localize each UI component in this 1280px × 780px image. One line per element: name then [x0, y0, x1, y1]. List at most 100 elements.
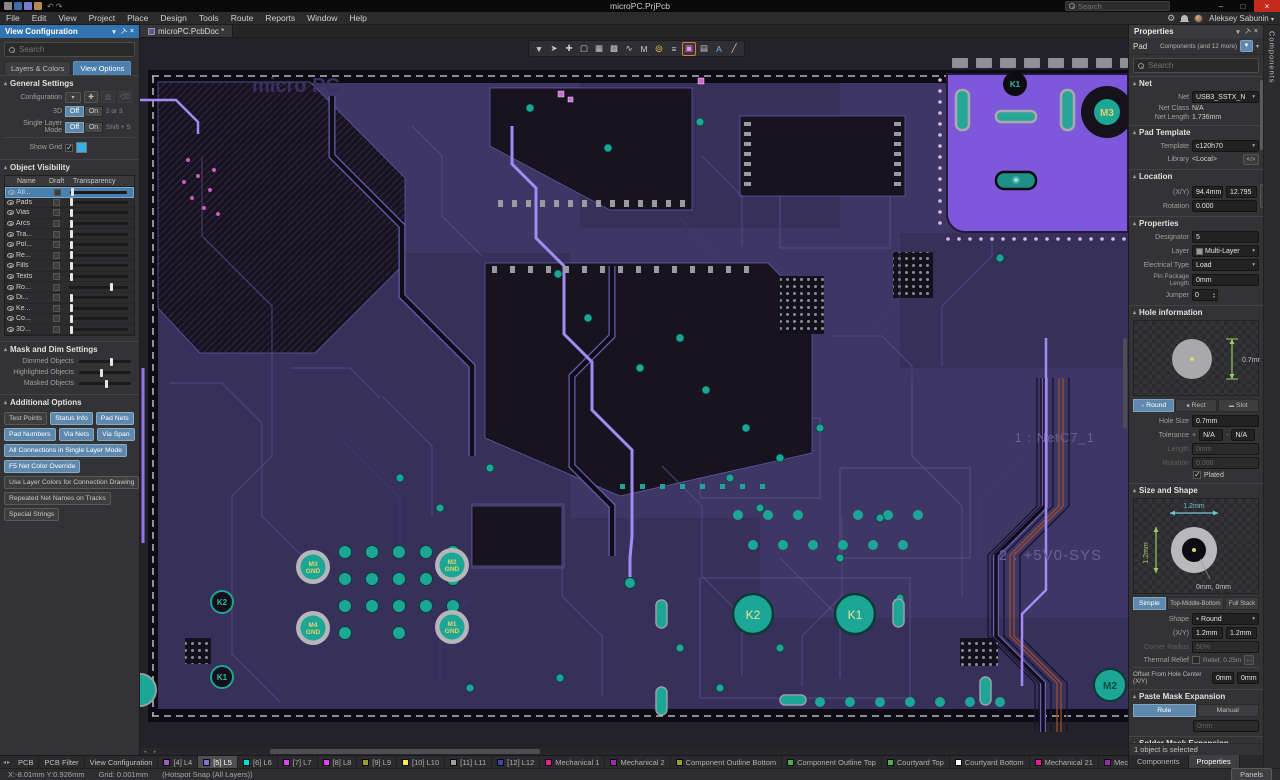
- panel-search-input[interactable]: [19, 45, 119, 54]
- slider-thumb[interactable]: [70, 262, 73, 270]
- transparency-slider[interactable]: [69, 201, 128, 204]
- slider-thumb[interactable]: [70, 209, 73, 217]
- multi-route-icon[interactable]: M: [637, 42, 651, 56]
- notifications-bell-icon[interactable]: [1181, 15, 1188, 21]
- pad-template-title[interactable]: ▴Pad Template: [1133, 128, 1259, 137]
- menu-edit[interactable]: Edit: [26, 12, 53, 24]
- slider-thumb[interactable]: [110, 358, 113, 366]
- tab-view-options[interactable]: View Options: [73, 61, 131, 75]
- eye-icon[interactable]: [7, 253, 14, 258]
- slider-thumb[interactable]: [70, 230, 73, 238]
- global-search[interactable]: [1065, 1, 1170, 11]
- size-y-field[interactable]: 1.2mm: [1226, 627, 1257, 639]
- menu-tools[interactable]: Tools: [193, 12, 225, 24]
- nav-pcb-filter[interactable]: PCB Filter: [39, 756, 84, 768]
- eye-icon[interactable]: [7, 274, 14, 279]
- slider-thumb[interactable]: [71, 188, 74, 196]
- route-icon[interactable]: ∿: [622, 42, 636, 56]
- slider-thumb[interactable]: [70, 198, 73, 206]
- menu-view[interactable]: View: [52, 12, 82, 24]
- transparency-slider[interactable]: [69, 222, 128, 225]
- draft-checkbox[interactable]: [53, 220, 60, 227]
- off-button[interactable]: Off: [65, 106, 84, 117]
- shape-dropdown[interactable]: ●Round: [1192, 613, 1259, 625]
- transparency-slider[interactable]: [69, 254, 128, 257]
- visibility-row[interactable]: All...: [5, 187, 134, 198]
- layer-tab[interactable]: [6] L6: [238, 756, 278, 768]
- layer-tab[interactable]: Mechanical 22: [1099, 756, 1128, 768]
- general-settings-title[interactable]: ▴General Settings: [4, 79, 135, 88]
- on-button[interactable]: On: [84, 122, 103, 133]
- tolerance-minus-field[interactable]: N/A: [1231, 429, 1255, 441]
- visibility-row[interactable]: Pads: [5, 198, 134, 209]
- layer-tab[interactable]: [11] L11: [445, 756, 492, 768]
- user-avatar[interactable]: [1194, 14, 1203, 23]
- pcb-board[interactable]: micro PC M3GNDM2GNDM4GNDM1GND K2 K1 K2 K…: [140, 38, 1128, 748]
- layer-tab[interactable]: Mechanical 2: [605, 756, 670, 768]
- transparency-slider[interactable]: [69, 286, 128, 289]
- slider-thumb[interactable]: [70, 304, 73, 312]
- tab-components[interactable]: Components: [1129, 755, 1189, 768]
- mask-slider[interactable]: [79, 360, 131, 363]
- text-icon[interactable]: A: [712, 42, 726, 56]
- fill-icon[interactable]: ▩: [607, 42, 621, 56]
- transparency-slider[interactable]: [69, 296, 128, 299]
- nav-pcb[interactable]: PCB: [13, 756, 39, 768]
- menu-help[interactable]: Help: [343, 12, 372, 24]
- transparency-slider[interactable]: [69, 328, 128, 331]
- mask-slider[interactable]: [79, 382, 131, 385]
- panel-search[interactable]: [4, 42, 135, 57]
- draft-checkbox[interactable]: [53, 209, 60, 216]
- size-x-field[interactable]: 1.2mm: [1192, 627, 1223, 639]
- panel-dropdown-icon[interactable]: ▾: [1236, 28, 1240, 36]
- object-visibility-title[interactable]: ▴Object Visibility: [2, 163, 137, 172]
- transparency-slider[interactable]: [69, 275, 128, 278]
- panel-pin-icon[interactable]: ⊤: [1242, 27, 1252, 37]
- tab-layers-colors[interactable]: Layers & Colors: [4, 61, 71, 75]
- area-select-icon[interactable]: ▢: [577, 42, 591, 56]
- menu-reports[interactable]: Reports: [259, 12, 301, 24]
- transparency-slider[interactable]: [69, 317, 128, 320]
- mask-dim-title[interactable]: ▴Mask and Dim Settings: [4, 345, 135, 354]
- layer-dropdown[interactable]: Multi-Layer: [1192, 245, 1259, 257]
- size-shape-title[interactable]: ▴Size and Shape: [1133, 486, 1259, 495]
- maximize-button[interactable]: □: [1232, 0, 1254, 12]
- option-repeated-net-names-on-tracks[interactable]: Repeated Net Names on Tracks: [4, 492, 111, 505]
- layer-tab[interactable]: Mechanical 1: [540, 756, 605, 768]
- hole-round-button[interactable]: ●Round: [1133, 399, 1174, 412]
- properties-search-input[interactable]: [1148, 61, 1248, 70]
- layer-tab[interactable]: Mechanical 21: [1030, 756, 1099, 768]
- filter-dropdown-icon[interactable]: ▾: [1256, 43, 1259, 50]
- layer-tab[interactable]: [9] L9: [357, 756, 397, 768]
- menu-window[interactable]: Window: [301, 12, 343, 24]
- view-configuration-header[interactable]: View Configuration ▾ ⊤ ×: [0, 25, 139, 38]
- panel-close-icon[interactable]: ×: [1254, 28, 1258, 36]
- rotation-field[interactable]: 0.000: [1192, 200, 1257, 212]
- panel-dropdown-icon[interactable]: ▾: [112, 28, 116, 36]
- draft-checkbox[interactable]: [53, 252, 60, 259]
- select-icon[interactable]: ➤: [547, 42, 561, 56]
- visibility-row[interactable]: Di...: [5, 293, 134, 304]
- filter-icon[interactable]: ▼: [1240, 40, 1253, 52]
- tolerance-plus-field[interactable]: N/A: [1199, 429, 1223, 441]
- visibility-row[interactable]: Arcs: [5, 219, 134, 230]
- slider-thumb[interactable]: [70, 326, 73, 334]
- nav-view-configuration[interactable]: View Configuration: [85, 756, 159, 768]
- slider-thumb[interactable]: [105, 380, 108, 388]
- option-f5-net-color-override[interactable]: F5 Net Color Override: [4, 460, 80, 473]
- show-grid-checkbox[interactable]: [65, 144, 73, 152]
- transparency-slider[interactable]: [69, 233, 128, 236]
- panel-pin-icon[interactable]: ⊤: [118, 27, 128, 37]
- hole-slot-button[interactable]: ▬Slot: [1218, 399, 1259, 412]
- hole-information-title[interactable]: ▴Hole information: [1133, 308, 1259, 317]
- eye-icon[interactable]: [7, 221, 14, 226]
- visibility-row[interactable]: Pol...: [5, 240, 134, 251]
- draft-checkbox[interactable]: [53, 199, 60, 206]
- paste-mask-title[interactable]: ▴Paste Mask Expansion: [1133, 692, 1259, 701]
- panels-button[interactable]: Panels: [1231, 768, 1272, 780]
- properties-scrollbar-thumb[interactable]: [1260, 80, 1263, 150]
- scroll-left-icon[interactable]: ◂: [140, 748, 150, 755]
- option-via-span[interactable]: Via Span: [97, 428, 134, 441]
- visibility-row[interactable]: Texts: [5, 272, 134, 283]
- option-pad-nets[interactable]: Pad Nets: [96, 412, 134, 425]
